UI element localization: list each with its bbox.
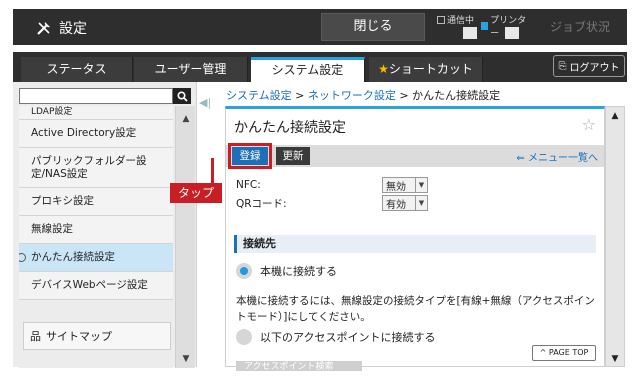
scroll-down-icon[interactable]: ▼ bbox=[606, 354, 624, 364]
main-scrollbar[interactable]: ▲ ▼ bbox=[605, 106, 625, 367]
top-bar: 設定 閉じる 通信中 プリンター ジョブ状況 bbox=[13, 9, 627, 45]
job-status-button[interactable]: ジョブ状況 bbox=[533, 13, 627, 41]
search-icon[interactable] bbox=[173, 88, 191, 104]
qr-row: QRコード: 有効 ▼ bbox=[236, 195, 428, 211]
tools-icon bbox=[37, 22, 50, 35]
scroll-down-icon[interactable]: ▼ bbox=[176, 350, 196, 368]
action-bar: 登録 更新 ⇐ メニュー一覧へ bbox=[226, 143, 604, 169]
sidebar-item-wireless[interactable]: 無線設定 bbox=[19, 216, 173, 244]
menu-list-link[interactable]: ⇐ メニュー一覧へ bbox=[516, 149, 598, 164]
radio-selected-icon[interactable] bbox=[236, 263, 252, 279]
sitemap-label: サイトマップ bbox=[46, 330, 112, 343]
breadcrumb-separator: > bbox=[295, 89, 305, 102]
main-panel: かんたん接続設定 ☆ 登録 更新 ⇐ メニュー一覧へ NFC: 無効 ▼ QRコ… bbox=[225, 106, 605, 371]
sidebar-item-ldap[interactable]: LDAP設定 bbox=[19, 106, 173, 120]
nfc-value: 無効 bbox=[386, 181, 406, 193]
page-top-label: PAGE TOP bbox=[548, 348, 589, 357]
option-connect-device[interactable]: 本機に接続する bbox=[236, 263, 337, 279]
option-connect-device-label: 本機に接続する bbox=[260, 265, 337, 278]
nfc-row: NFC: 無効 ▼ bbox=[236, 177, 428, 193]
printer-indicator-icon bbox=[481, 22, 489, 30]
favorite-star-icon[interactable]: ☆ bbox=[582, 115, 596, 134]
breadcrumb: システム設定 > ネットワーク設定 > かんたん接続設定 bbox=[226, 87, 500, 103]
sidebar-scrollbar[interactable]: ▲ ▼ bbox=[175, 106, 195, 368]
device-status: 通信中 プリンター bbox=[433, 11, 529, 43]
sidebar: ◀| LDAP設定 Active Directory設定 パブリックフォルダー設… bbox=[13, 82, 211, 368]
qr-value: 有効 bbox=[386, 199, 406, 211]
logout-label: ログアウト bbox=[569, 62, 620, 74]
chevron-down-icon: ▼ bbox=[415, 178, 427, 192]
sidebar-item-active-directory[interactable]: Active Directory設定 bbox=[19, 120, 173, 148]
tab-shortcut[interactable]: ★ショートカット bbox=[369, 57, 483, 82]
caret-up-icon: ^ bbox=[539, 348, 547, 357]
page-top-button[interactable]: ^ PAGE TOP bbox=[532, 345, 596, 361]
app-title-label: 設定 bbox=[59, 21, 87, 37]
breadcrumb-separator: > bbox=[399, 89, 409, 102]
qr-label: QRコード: bbox=[236, 197, 287, 210]
sitemap-link[interactable]: 品 サイトマップ bbox=[23, 322, 171, 350]
collapse-sidebar-icon[interactable]: ◀| bbox=[199, 96, 211, 118]
comm-indicator-icon bbox=[437, 15, 445, 24]
sitemap-icon: 品 bbox=[30, 330, 41, 343]
qr-select[interactable]: 有効 ▼ bbox=[382, 195, 428, 211]
callout-pointer bbox=[211, 158, 214, 184]
breadcrumb-system-settings[interactable]: システム設定 bbox=[226, 89, 292, 102]
register-button[interactable]: 登録 bbox=[228, 143, 272, 169]
section-heading: 接続先 bbox=[234, 235, 596, 253]
chevron-down-icon: ▼ bbox=[415, 196, 427, 210]
logout-icon: ⎘ bbox=[558, 60, 567, 72]
scroll-up-icon[interactable]: ▲ bbox=[606, 111, 624, 121]
tab-shortcut-label: ショートカット bbox=[388, 62, 473, 76]
star-icon: ★ bbox=[378, 62, 389, 76]
menu-list-label: メニュー一覧へ bbox=[528, 153, 598, 164]
option-connect-ap[interactable]: 以下のアクセスポイントに接続する bbox=[236, 329, 435, 345]
radio-unselected-icon[interactable] bbox=[236, 329, 252, 345]
ap-search-button[interactable]: アクセスポイント検索 bbox=[236, 361, 362, 371]
tab-bar: ステータス ユーザー管理 システム設定 ★ショートカット ⎘ ログアウト bbox=[13, 52, 627, 82]
app-title: 設定 bbox=[35, 18, 87, 38]
scroll-up-icon[interactable]: ▲ bbox=[176, 110, 196, 128]
sidebar-item-public-folder[interactable]: パブリックフォルダー設定/NAS設定 bbox=[19, 148, 173, 188]
tab-system-settings[interactable]: システム設定 bbox=[251, 57, 365, 82]
nfc-select[interactable]: 無効 ▼ bbox=[382, 177, 428, 193]
nfc-label: NFC: bbox=[236, 179, 261, 191]
tap-callout: タップ bbox=[170, 183, 222, 203]
comm-label: 通信中 bbox=[447, 16, 475, 26]
page-title: かんたん接続設定 bbox=[234, 120, 346, 136]
breadcrumb-network-settings[interactable]: ネットワーク設定 bbox=[308, 89, 396, 102]
tab-user-management[interactable]: ユーザー管理 bbox=[134, 57, 248, 82]
logout-button[interactable]: ⎘ ログアウト bbox=[553, 55, 625, 77]
tab-status[interactable]: ステータス bbox=[21, 57, 133, 82]
close-button[interactable]: 閉じる bbox=[321, 13, 425, 41]
update-button[interactable]: 更新 bbox=[276, 147, 310, 165]
sidebar-item-device-web[interactable]: デバイスWebページ設定 bbox=[19, 272, 173, 300]
sidebar-search-input[interactable] bbox=[19, 88, 173, 104]
printer-icon bbox=[505, 27, 519, 39]
arrow-icon: ⇐ bbox=[516, 153, 525, 164]
sidebar-item-easy-connect[interactable]: かんたん接続設定 bbox=[19, 244, 173, 272]
option-connect-ap-label: 以下のアクセスポイントに接続する bbox=[260, 331, 436, 344]
description-text: 本機に接続するには、無線設定の接続タイプを[有線+無線（アクセスポイントモード）… bbox=[236, 295, 595, 323]
sidebar-item-proxy[interactable]: プロキシ設定 bbox=[19, 188, 173, 216]
fax-icon bbox=[463, 27, 477, 39]
breadcrumb-current: かんたん接続設定 bbox=[412, 89, 501, 102]
